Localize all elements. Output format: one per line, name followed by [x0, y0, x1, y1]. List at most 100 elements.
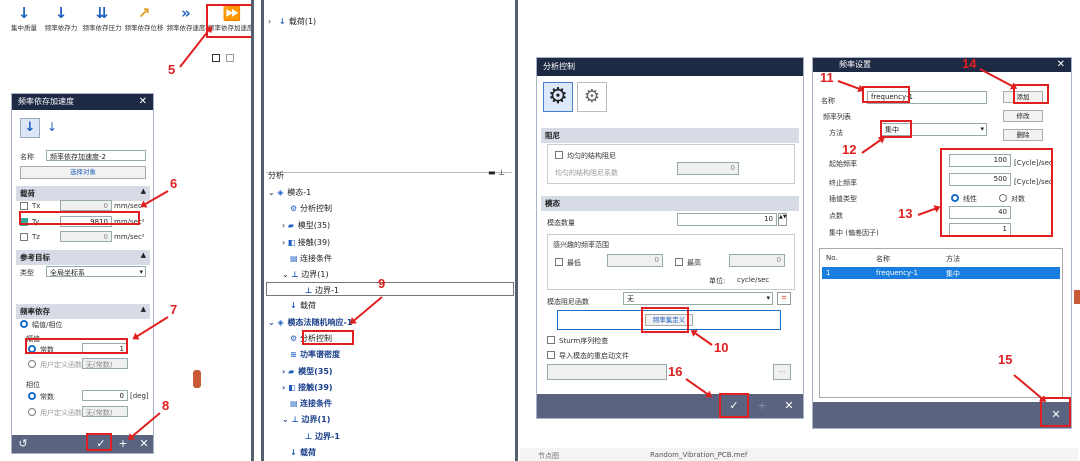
tx-input[interactable]: 0	[60, 200, 112, 211]
tx-checkbox[interactable]	[20, 202, 28, 210]
gear-icon[interactable]: ⚙	[543, 82, 573, 112]
tree-item-boundary2-1[interactable]: ⊥ 边界-1	[305, 431, 340, 442]
close-icon[interactable]: ✕	[139, 94, 147, 110]
tab-node-map[interactable]: 节点图	[538, 451, 559, 461]
analysis-icon: ◈	[277, 188, 284, 197]
tree-item-model[interactable]: › ▰ 模型(35)	[282, 220, 330, 231]
divider	[515, 0, 518, 461]
spinner-icon[interactable]: ▲▼	[778, 213, 787, 226]
method-label: 方法	[829, 129, 843, 137]
reference-section[interactable]: 参考目标 ▲	[16, 250, 150, 265]
select-object-button[interactable]: 选择对象	[20, 166, 146, 179]
freq-section[interactable]: 频率依存 ▲	[16, 304, 150, 319]
import-checkbox[interactable]	[547, 351, 555, 359]
ribbon-velocity[interactable]: » 频率依存速度	[166, 4, 206, 40]
low-input[interactable]: 0	[607, 254, 663, 267]
damping-func-select[interactable]: 无 ▾	[623, 292, 773, 305]
mode-count-label: 模态数量	[547, 219, 575, 227]
type-label: 类型	[20, 269, 34, 277]
delete-button[interactable]: 删除	[1003, 129, 1043, 141]
unit-label: mm/sec²	[114, 233, 145, 241]
browse-button[interactable]: …	[773, 364, 791, 380]
tree-item-modal[interactable]: ⌄ ◈ 模态-1	[268, 187, 311, 198]
model-icon: ▰	[288, 367, 295, 376]
tree-item-load2[interactable]: ↓ 载荷	[290, 447, 316, 458]
scale-phase-radio[interactable]	[20, 320, 28, 328]
expand-icon[interactable]: ›	[268, 17, 271, 26]
view-toggle-icon[interactable]	[212, 54, 220, 62]
pin-icon[interactable]: ▬ ⊥	[488, 168, 505, 177]
tree-item-psd[interactable]: ≋ 功率谱密度	[290, 349, 340, 360]
arrow	[350, 296, 383, 324]
tree-top-load[interactable]: › ↓ 载荷(1)	[268, 16, 316, 27]
tree-item-load[interactable]: ↓ 载荷	[290, 300, 316, 311]
tree-item-connect2[interactable]: ▤ 连接条件	[290, 398, 332, 409]
tree-item-connect[interactable]: ▤ 连接条件	[290, 253, 332, 264]
close-icon[interactable]: ✕	[782, 399, 796, 413]
tree-item-boundary2[interactable]: ⌄ ⊥ 边界(1)	[282, 414, 330, 425]
tz-input[interactable]: 0	[60, 231, 112, 242]
close-icon[interactable]: ✕	[137, 437, 151, 451]
func-select[interactable]: 无(常数)	[82, 358, 128, 369]
collapse-icon[interactable]: ▲	[141, 251, 146, 259]
type2-icon[interactable]: ↓	[44, 118, 60, 138]
reset-icon[interactable]: ↺	[16, 437, 30, 451]
highlight-box	[862, 86, 910, 103]
tree-item-boundary-1[interactable]: ⊥ 边界-1	[305, 285, 339, 296]
tree-item-random[interactable]: ⌄ ◈ 模态法随机响应-1	[268, 317, 352, 328]
highlight-box	[880, 120, 912, 138]
high-input[interactable]: 0	[729, 254, 785, 267]
phase-input[interactable]: 0	[82, 390, 128, 401]
tz-checkbox[interactable]	[20, 233, 28, 241]
collapse-icon[interactable]: ▲	[141, 305, 146, 313]
uniform-damping-label: 均匀的结构阻尼	[567, 152, 616, 160]
collapse-icon[interactable]: ▲	[141, 187, 146, 195]
highlight-box	[719, 393, 749, 418]
tree-item-model2[interactable]: › ▰ 模型(35)	[282, 366, 333, 377]
lowest-label: 最低	[567, 259, 581, 267]
divider	[261, 0, 264, 461]
psd-icon: ≋	[290, 350, 297, 359]
tab-file[interactable]: Random_Vibration_PCB.mef	[650, 451, 747, 459]
highlight-box	[940, 148, 1053, 237]
damping-func-label: 模态阻尼函数	[547, 298, 589, 306]
step-marker-16: 16	[668, 364, 683, 379]
type-select[interactable]: 全局坐标系 ▾	[46, 266, 146, 277]
modify-button[interactable]: 修改	[1003, 110, 1043, 122]
mode-count-input[interactable]: 10	[677, 213, 777, 226]
lowest-checkbox[interactable]	[555, 258, 563, 266]
load-section[interactable]: 载荷 ▲	[16, 186, 150, 201]
step-marker-6: 6	[170, 176, 178, 191]
end-label: 终止频率	[829, 179, 857, 187]
close-icon[interactable]: ✕	[1057, 58, 1065, 72]
coef-input[interactable]: 0	[677, 162, 739, 175]
user-func-radio[interactable]	[28, 360, 36, 368]
gears-icon[interactable]: ⚙	[577, 82, 607, 112]
highest-checkbox[interactable]	[675, 258, 683, 266]
type-icon[interactable]: ↓	[20, 118, 40, 138]
tree-item-ctrl[interactable]: ⚙ 分析控制	[290, 203, 332, 214]
function-plot-icon[interactable]: ⌗	[777, 292, 791, 305]
ribbon-pressure[interactable]: ⇊ 频率依存压力	[82, 4, 122, 40]
sturm-checkbox[interactable]	[547, 336, 555, 344]
phase-const-radio[interactable]	[28, 392, 36, 400]
ribbon-force[interactable]: ↓ 频率依存力	[42, 4, 80, 40]
tree-item-contact2[interactable]: › ◧ 接触(39)	[282, 382, 333, 393]
name-input[interactable]: 频率依存加速度-2	[46, 150, 146, 161]
modal-section[interactable]: 模态	[541, 196, 799, 211]
import-path-input[interactable]	[547, 364, 667, 380]
table-row[interactable]: 1 frequency-1 集中	[822, 267, 1060, 279]
damping-section[interactable]: 阻尼	[541, 128, 799, 143]
ribbon-mass[interactable]: ↓ 集中质量	[8, 4, 40, 40]
divider	[266, 172, 512, 173]
ribbon-displacement[interactable]: ↗ 频率依存位移	[124, 4, 164, 40]
dropdown-icon: ▾	[139, 268, 143, 276]
add-icon[interactable]: +	[755, 399, 769, 413]
highlight-box	[86, 433, 112, 451]
view-toggle2-icon[interactable]	[226, 54, 234, 62]
phase-user-radio[interactable]	[28, 408, 36, 416]
tree-item-boundary[interactable]: ⌄ ⊥ 边界(1)	[282, 269, 329, 280]
uniform-damping-checkbox[interactable]	[555, 151, 563, 159]
phase-func-select[interactable]: 无(常数)	[82, 406, 128, 417]
tree-item-contact[interactable]: › ◧ 接触(39)	[282, 237, 330, 248]
